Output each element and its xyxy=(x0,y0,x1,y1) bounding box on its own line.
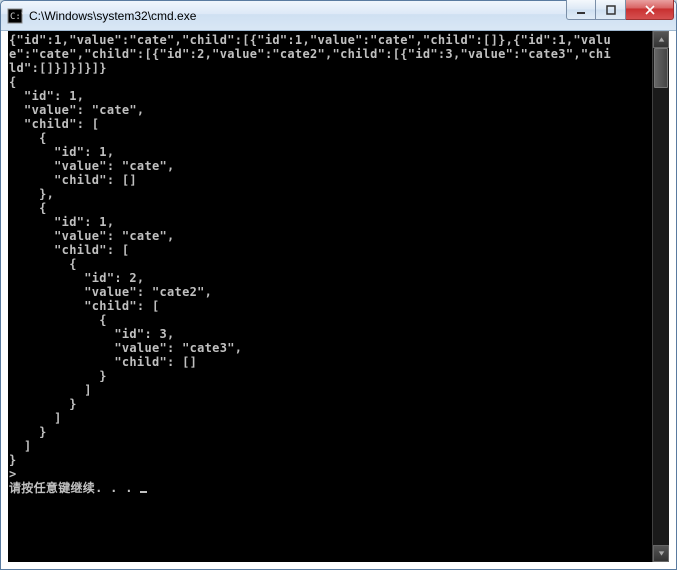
cursor xyxy=(140,491,147,493)
titlebar[interactable]: C:\ C:\Windows\system32\cmd.exe xyxy=(1,1,676,31)
minimize-button[interactable] xyxy=(566,0,596,20)
close-button[interactable] xyxy=(626,0,674,20)
console-output[interactable]: {"id":1,"value":"cate","child":[{"id":1,… xyxy=(8,31,652,562)
vertical-scrollbar[interactable] xyxy=(652,31,669,562)
cmd-window: C:\ C:\Windows\system32\cmd.exe {"id":1,… xyxy=(0,0,677,570)
window-controls xyxy=(566,1,674,30)
cmd-icon: C:\ xyxy=(7,8,23,24)
scroll-up-button[interactable] xyxy=(653,31,669,48)
maximize-button[interactable] xyxy=(596,0,626,20)
svg-text:C:\: C:\ xyxy=(10,12,23,22)
scroll-track[interactable] xyxy=(653,48,669,545)
window-title: C:\Windows\system32\cmd.exe xyxy=(29,9,566,23)
scroll-thumb[interactable] xyxy=(654,48,668,88)
client-area: {"id":1,"value":"cate","child":[{"id":1,… xyxy=(8,31,669,562)
scroll-down-button[interactable] xyxy=(653,545,669,562)
